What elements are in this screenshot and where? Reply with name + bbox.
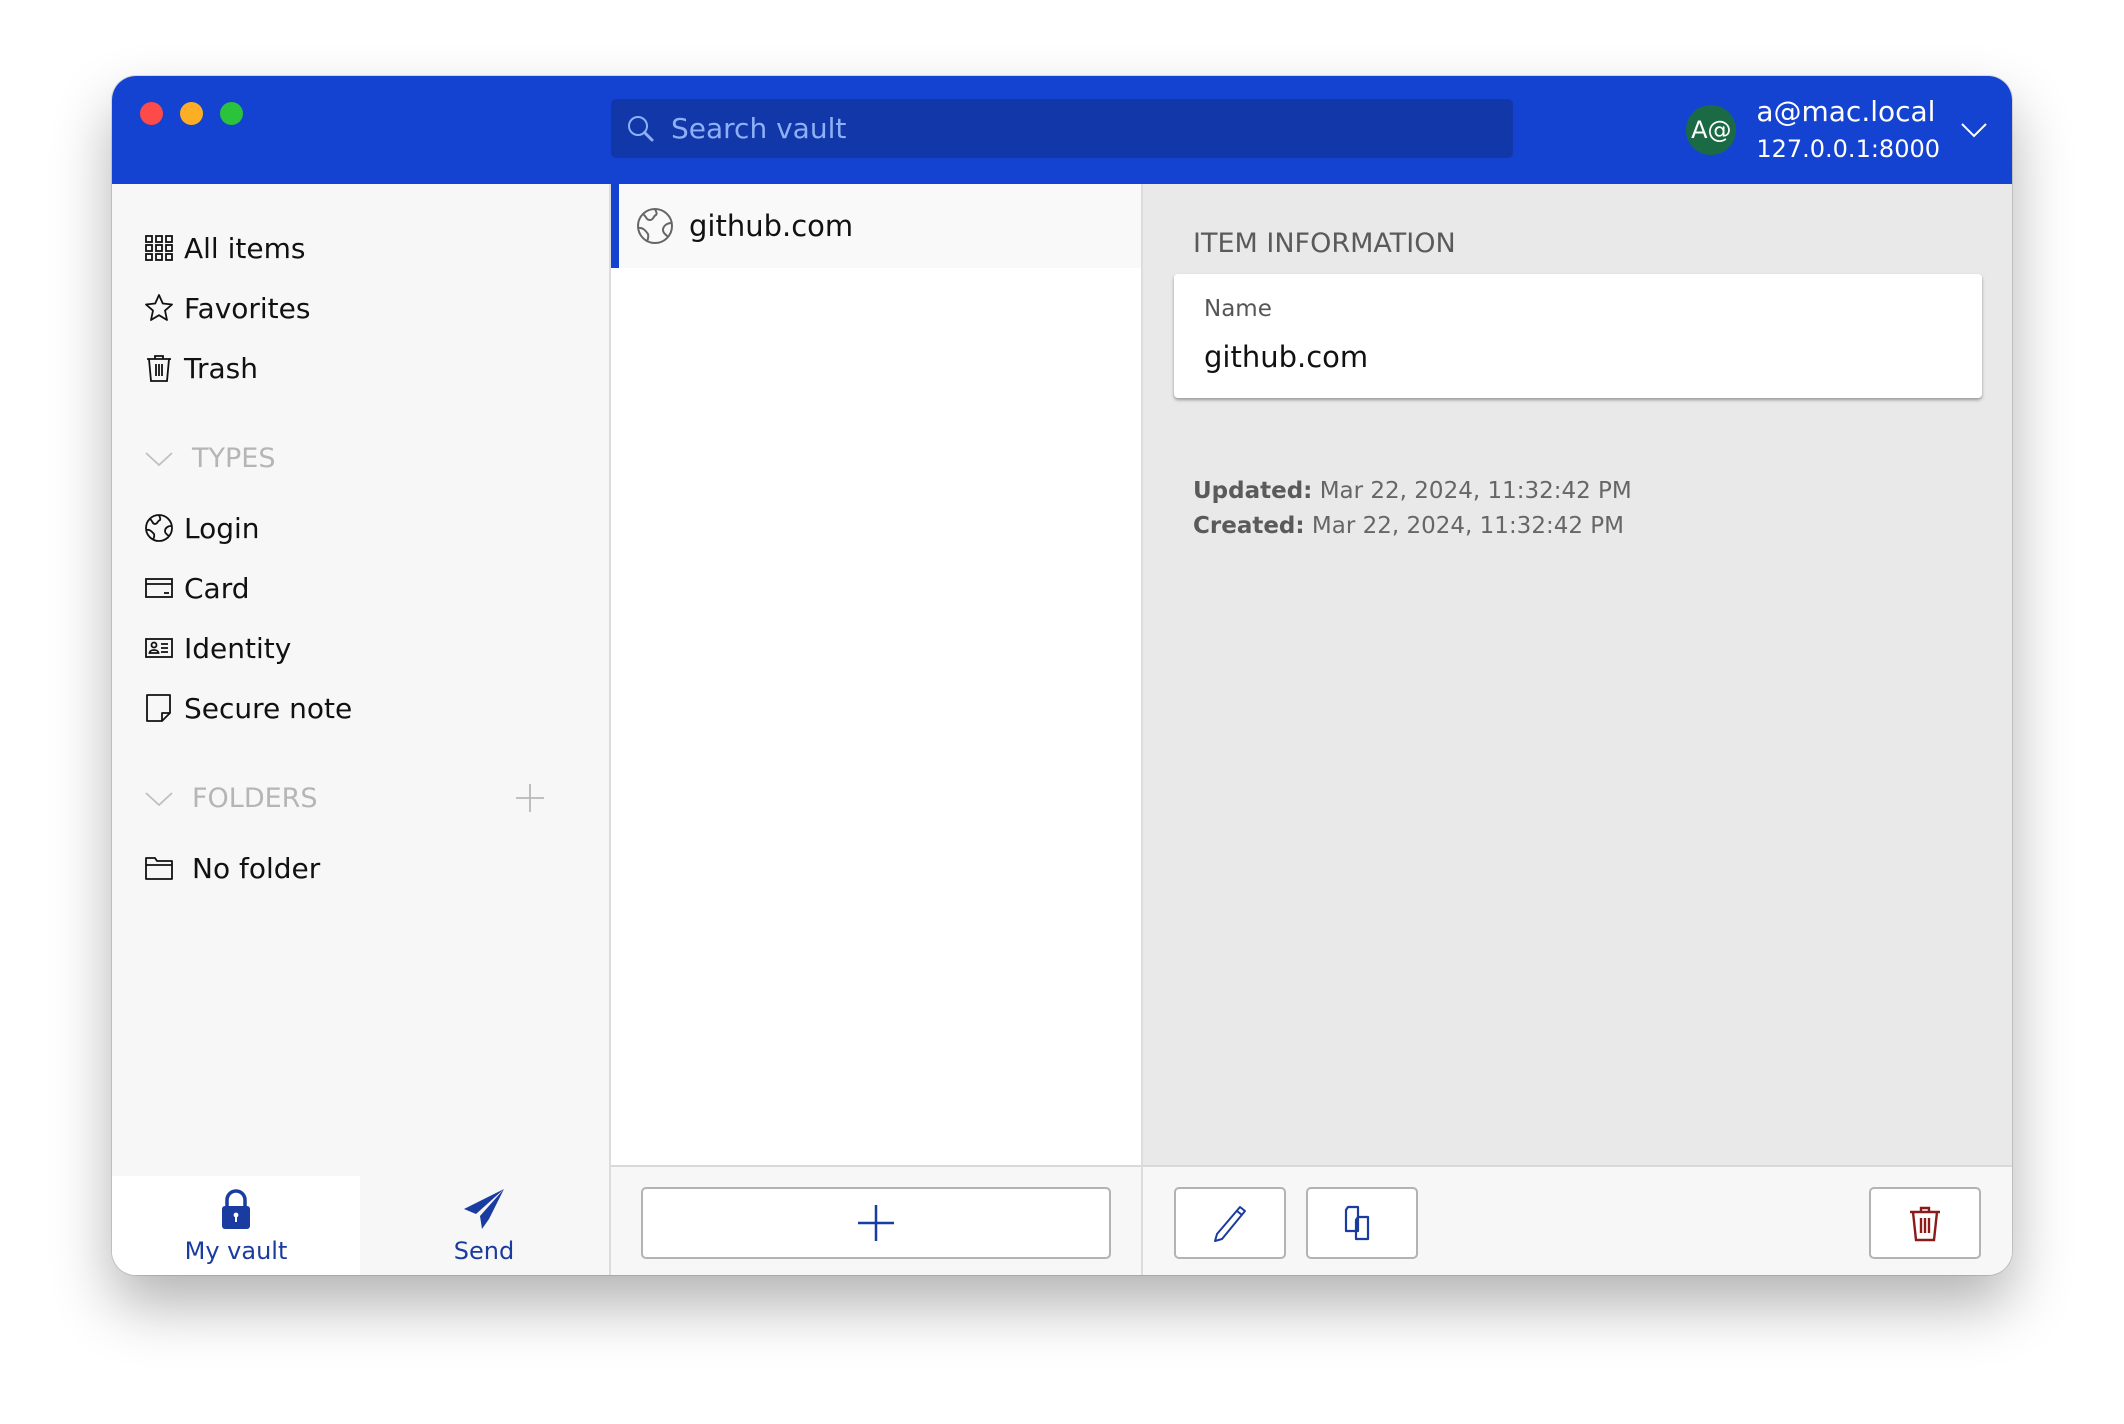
- pencil-icon: [1214, 1206, 1246, 1242]
- folders-section-toggle[interactable]: FOLDERS: [144, 776, 318, 820]
- window-close-button[interactable]: [140, 102, 163, 125]
- field-value[interactable]: github.com: [1204, 340, 1368, 374]
- folders-heading: FOLDERS: [192, 782, 318, 814]
- search-placeholder: Search vault: [671, 112, 847, 145]
- clone-button[interactable]: [1306, 1187, 1418, 1259]
- sidebar-item-label: No folder: [192, 851, 321, 885]
- note-icon: [146, 694, 171, 722]
- sidebar-item-label: Card: [184, 571, 250, 605]
- avatar: A@: [1686, 105, 1737, 155]
- chevron-down-icon: [145, 792, 173, 807]
- window-minimize-button[interactable]: [180, 102, 203, 125]
- lock-icon: [222, 1188, 250, 1229]
- sidebar-item-label: Trash: [184, 351, 258, 385]
- sidebar: All items Favorites Trash TYPES Login Ca…: [112, 184, 611, 1275]
- sidebar-item-trash[interactable]: Trash: [144, 346, 258, 390]
- sidebar-item-login[interactable]: Login: [144, 506, 260, 550]
- tab-my-vault[interactable]: My vault: [112, 1176, 360, 1275]
- credit-card-icon: [145, 578, 173, 598]
- search-input[interactable]: Search vault: [611, 99, 1513, 158]
- trash-icon: [147, 355, 171, 382]
- list-footer: [611, 1165, 1143, 1275]
- sidebar-item-label: Favorites: [184, 291, 311, 325]
- item-info-card: Name github.com: [1174, 274, 1982, 398]
- sidebar-item-label: Login: [184, 511, 260, 545]
- add-item-button[interactable]: [641, 1187, 1111, 1259]
- clone-icon: [1344, 1205, 1370, 1241]
- sidebar-item-no-folder[interactable]: No folder: [144, 846, 320, 890]
- tab-label: My vault: [184, 1236, 288, 1265]
- sidebar-item-label: Secure note: [184, 691, 353, 725]
- detail-footer: [1143, 1165, 2012, 1275]
- plus-icon: [858, 1205, 894, 1241]
- types-heading: TYPES: [192, 442, 276, 474]
- tab-label: Send: [453, 1236, 515, 1265]
- globe-icon: [637, 208, 673, 244]
- types-section-toggle[interactable]: TYPES: [144, 436, 275, 480]
- chevron-down-icon[interactable]: [1956, 112, 1992, 148]
- updated-timestamp: Updated: Mar 22, 2024, 11:32:42 PM: [1193, 478, 1632, 504]
- account-email: a@mac.local: [1756, 95, 1936, 128]
- item-detail: ITEM INFORMATION Name github.com Updated…: [1143, 184, 2012, 1165]
- delete-button[interactable]: [1869, 1187, 1981, 1259]
- list-item-name: github.com: [689, 209, 854, 243]
- globe-icon: [145, 514, 173, 542]
- sidebar-item-card[interactable]: Card: [144, 566, 250, 610]
- list-item[interactable]: github.com: [611, 184, 1141, 268]
- section-title: ITEM INFORMATION: [1193, 228, 1456, 259]
- folder-icon: [145, 857, 173, 880]
- created-label: Created:: [1193, 513, 1305, 539]
- item-list: github.com: [611, 184, 1143, 1165]
- updated-label: Updated:: [1193, 478, 1313, 504]
- window-maximize-button[interactable]: [220, 102, 243, 125]
- edit-button[interactable]: [1174, 1187, 1286, 1259]
- grid-icon: [145, 235, 173, 261]
- star-icon: [145, 294, 173, 321]
- header-bar: Search vault A@ a@mac.local 127.0.0.1:80…: [112, 76, 2012, 184]
- tab-send[interactable]: Send: [360, 1176, 608, 1275]
- account-server: 127.0.0.1:8000: [1756, 135, 1940, 163]
- account-switcher[interactable]: A@ a@mac.local 127.0.0.1:8000: [1686, 76, 2012, 184]
- sidebar-item-identity[interactable]: Identity: [144, 626, 291, 670]
- plus-icon[interactable]: [514, 782, 546, 814]
- bottom-tabs: My vault Send: [112, 1176, 609, 1275]
- paper-plane-icon: [464, 1188, 504, 1229]
- created-timestamp: Created: Mar 22, 2024, 11:32:42 PM: [1193, 513, 1624, 539]
- sidebar-item-favorites[interactable]: Favorites: [144, 286, 310, 330]
- field-label: Name: [1204, 296, 1272, 322]
- id-card-icon: [145, 638, 173, 658]
- sidebar-item-secure-note[interactable]: Secure note: [144, 686, 352, 730]
- sidebar-item-all-items[interactable]: All items: [144, 226, 305, 270]
- trash-icon: [1910, 1206, 1940, 1242]
- updated-value: Mar 22, 2024, 11:32:42 PM: [1319, 478, 1632, 504]
- sidebar-item-label: Identity: [184, 631, 292, 665]
- app-window: Search vault A@ a@mac.local 127.0.0.1:80…: [112, 76, 2012, 1275]
- chevron-down-icon: [145, 452, 173, 467]
- search-icon: [628, 115, 654, 141]
- sidebar-item-label: All items: [184, 231, 306, 265]
- created-value: Mar 22, 2024, 11:32:42 PM: [1311, 513, 1624, 539]
